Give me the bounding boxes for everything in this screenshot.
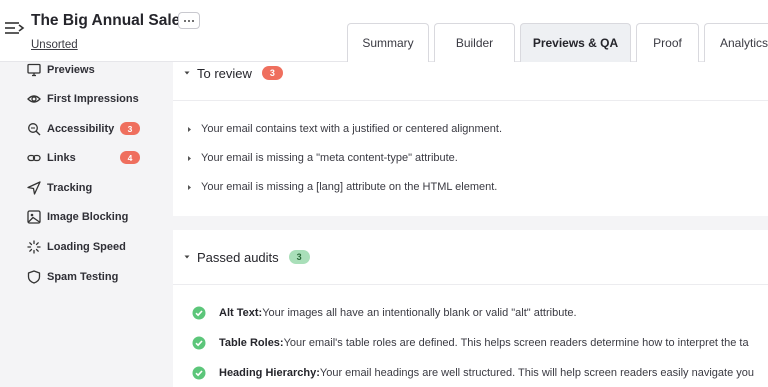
audit-label: Heading Hierarchy: — [219, 367, 320, 379]
caret-right-icon — [188, 126, 191, 132]
to-review-panel: To review 3 Your email contains text wit… — [173, 62, 768, 216]
folder-link[interactable]: Unsorted — [31, 39, 78, 51]
tab-analytics[interactable]: Analytics — [704, 23, 768, 62]
count-badge: 4 — [120, 151, 140, 164]
list-item: Alt Text: Your images all have an intent… — [192, 305, 577, 321]
audit-description: Your images all have an intentionally bl… — [262, 307, 577, 319]
more-options-button[interactable] — [178, 12, 200, 29]
tab-builder[interactable]: Builder — [434, 23, 515, 62]
header: The Big Annual Sale Unsorted Summary Bui… — [0, 0, 768, 62]
image-icon — [27, 210, 41, 224]
list-item[interactable]: Your email is missing a "meta content-ty… — [186, 150, 458, 166]
sidebar-item-label: Image Blocking — [47, 211, 129, 223]
shield-icon — [27, 270, 41, 284]
list-item[interactable]: Your email is missing a [lang] attribute… — [186, 179, 497, 195]
panel-title: Passed audits — [197, 249, 279, 265]
caret-down-icon — [184, 255, 190, 259]
sidebar-item-previews[interactable]: Previews — [27, 60, 167, 80]
sidebar-item-loading-speed[interactable]: Loading Speed — [27, 237, 167, 257]
review-item-text: Your email is missing a [lang] attribute… — [201, 181, 498, 193]
audit-description: Your email's table roles are defined. Th… — [283, 337, 749, 349]
sidebar-item-label: Spam Testing — [47, 271, 119, 283]
sidebar-item-first-impressions[interactable]: First Impressions — [27, 89, 167, 109]
count-badge: 3 — [288, 250, 310, 264]
to-review-header[interactable]: To review 3 — [173, 53, 283, 93]
tab-bar: Summary Builder Previews & QA Proof Anal… — [347, 23, 768, 62]
tab-previews-qa[interactable]: Previews & QA — [520, 23, 631, 62]
tab-proof[interactable]: Proof — [636, 23, 699, 62]
sidebar-item-label: Previews — [47, 64, 95, 76]
list-item: Heading Hierarchy: Your email headings a… — [192, 365, 754, 381]
more-options-icon — [184, 19, 194, 22]
list-item: Table Roles: Your email's table roles ar… — [192, 335, 749, 351]
page-title: The Big Annual Sale — [31, 12, 181, 29]
sidebar-item-label: Loading Speed — [47, 241, 126, 253]
review-item-text: Your email is missing a "meta content-ty… — [201, 152, 458, 164]
sidebar-item-image-blocking[interactable]: Image Blocking — [27, 207, 167, 227]
caret-down-icon — [184, 71, 190, 75]
loading-icon — [27, 240, 41, 254]
divider — [173, 100, 768, 101]
eye-icon — [27, 92, 41, 106]
audit-description: Your email headings are well structured.… — [319, 367, 754, 379]
check-circle-icon — [192, 366, 206, 380]
link-icon — [27, 151, 41, 165]
passed-audits-header[interactable]: Passed audits 3 — [173, 237, 310, 277]
caret-right-icon — [188, 184, 191, 190]
panel-title: To review — [197, 65, 252, 81]
audit-label: Alt Text: — [219, 307, 263, 319]
sidebar-item-spam-testing[interactable]: Spam Testing — [27, 267, 167, 287]
sidebar-item-label: Tracking — [47, 182, 93, 194]
review-item-text: Your email contains text with a justifie… — [201, 123, 503, 135]
caret-right-icon — [188, 155, 191, 161]
count-badge: 3 — [261, 66, 283, 80]
list-item[interactable]: Your email contains text with a justifie… — [186, 121, 502, 137]
check-circle-icon — [192, 306, 206, 320]
send-arrow-icon — [27, 181, 41, 195]
sidebar-item-accessibility[interactable]: Accessibility 3 — [27, 119, 167, 139]
tab-summary[interactable]: Summary — [347, 23, 429, 62]
sidebar-item-label: Links — [47, 152, 76, 164]
audit-label: Table Roles: — [219, 337, 284, 349]
count-badge: 3 — [120, 122, 140, 135]
divider — [173, 284, 768, 285]
collapse-menu-icon[interactable] — [4, 20, 26, 38]
sidebar: Previews First Impressions Accessibility… — [0, 62, 173, 387]
magnifier-icon — [27, 122, 41, 136]
sidebar-item-tracking[interactable]: Tracking — [27, 178, 167, 198]
sidebar-item-label: First Impressions — [47, 93, 139, 105]
monitor-icon — [27, 63, 41, 77]
sidebar-item-links[interactable]: Links 4 — [27, 148, 167, 168]
sidebar-item-label: Accessibility — [47, 123, 115, 135]
check-circle-icon — [192, 336, 206, 350]
passed-audits-panel: Passed audits 3 Alt Text: Your images al… — [173, 230, 768, 387]
